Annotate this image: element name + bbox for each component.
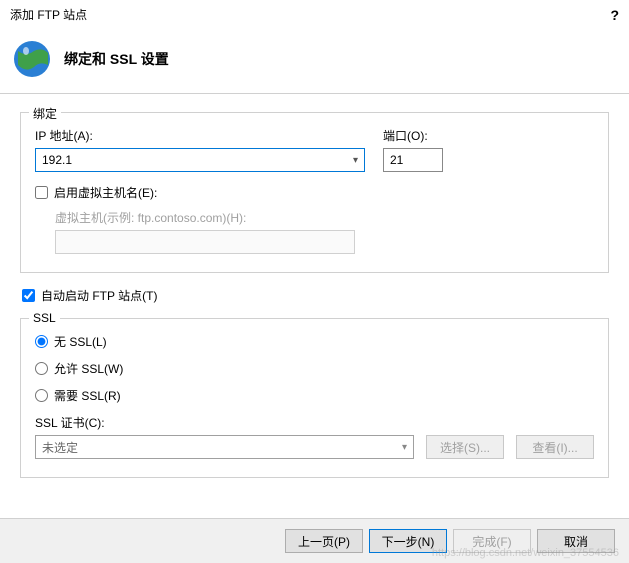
content: 绑定 IP 地址(A): 192.1 ▾ 端口(O): 21 启用虚拟主机名(E… xyxy=(0,94,629,478)
binding-legend: 绑定 xyxy=(29,105,61,122)
port-label: 端口(O): xyxy=(383,127,443,144)
vhost-checkbox-label: 启用虚拟主机名(E): xyxy=(54,184,157,201)
cert-combo[interactable]: 未选定 ▾ xyxy=(35,435,414,459)
globe-icon xyxy=(12,39,52,79)
ip-label: IP 地址(A): xyxy=(35,127,365,144)
ssl-group: SSL 无 SSL(L) 允许 SSL(W) 需要 SSL(R) SSL 证书(… xyxy=(20,318,609,478)
ssl-allow-radio[interactable] xyxy=(35,362,48,375)
prev-button[interactable]: 上一页(P) xyxy=(285,529,363,553)
cert-value: 未选定 xyxy=(42,439,78,456)
ssl-require-label: 需要 SSL(R) xyxy=(54,387,121,404)
autostart-label: 自动启动 FTP 站点(T) xyxy=(41,287,157,304)
ssl-none-label: 无 SSL(L) xyxy=(54,333,107,350)
vhost-checkbox[interactable] xyxy=(35,186,48,199)
cert-label: SSL 证书(C): xyxy=(35,414,594,431)
ssl-require-radio[interactable] xyxy=(35,389,48,402)
ip-address-combo[interactable]: 192.1 ▾ xyxy=(35,148,365,172)
chevron-down-icon: ▾ xyxy=(402,442,407,453)
window-title: 添加 FTP 站点 xyxy=(10,6,87,23)
next-button[interactable]: 下一步(N) xyxy=(369,529,447,553)
ip-address-value: 192.1 xyxy=(42,153,72,167)
finish-button: 完成(F) xyxy=(453,529,531,553)
vhost-input xyxy=(55,230,355,254)
port-value: 21 xyxy=(390,153,403,167)
ssl-allow-label: 允许 SSL(W) xyxy=(54,360,123,377)
cancel-button[interactable]: 取消 xyxy=(537,529,615,553)
port-input[interactable]: 21 xyxy=(383,148,443,172)
ssl-none-radio[interactable] xyxy=(35,335,48,348)
autostart-checkbox[interactable] xyxy=(22,289,35,302)
page-title: 绑定和 SSL 设置 xyxy=(64,49,169,69)
help-icon[interactable]: ? xyxy=(610,7,619,23)
vhost-field-label: 虚拟主机(示例: ftp.contoso.com)(H): xyxy=(35,209,594,226)
select-cert-button: 选择(S)... xyxy=(426,435,504,459)
titlebar: 添加 FTP 站点 ? xyxy=(0,0,629,29)
wizard-header: 绑定和 SSL 设置 xyxy=(0,29,629,94)
wizard-footer: 上一页(P) 下一步(N) 完成(F) 取消 xyxy=(0,518,629,563)
ssl-legend: SSL xyxy=(29,311,60,325)
view-cert-button: 查看(I)... xyxy=(516,435,594,459)
binding-group: 绑定 IP 地址(A): 192.1 ▾ 端口(O): 21 启用虚拟主机名(E… xyxy=(20,112,609,273)
chevron-down-icon: ▾ xyxy=(353,155,358,166)
